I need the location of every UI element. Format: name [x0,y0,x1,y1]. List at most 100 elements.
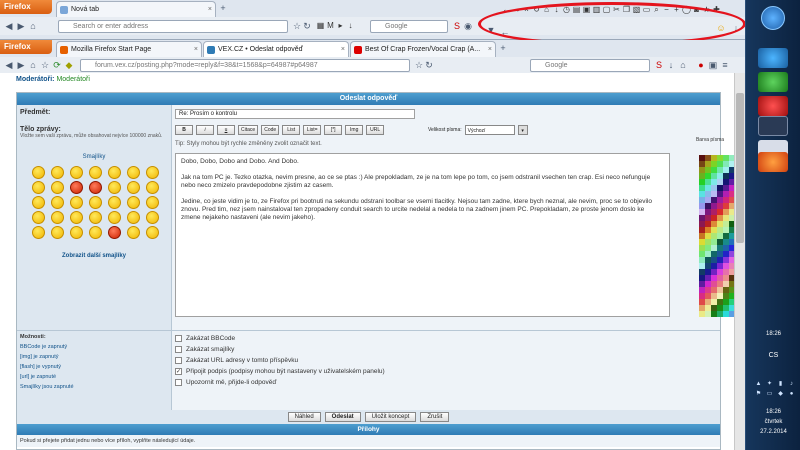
checkbox-checked[interactable]: ✓ [175,367,182,375]
clock-day[interactable]: čtvrtek [746,418,800,426]
forward-icon[interactable]: ▶ [16,21,26,31]
smiley-icon[interactable] [70,226,83,239]
color-palette[interactable] [699,155,735,317]
language-indicator[interactable]: CS [746,352,800,360]
bbcode-list-button[interactable]: List [282,125,301,135]
tray-arrow-icon[interactable]: ▲ [754,380,763,388]
checkbox[interactable] [175,345,182,353]
reload-icon[interactable]: ↻ [424,60,434,70]
tab-youtube[interactable]: Best Of Crap Frozen/Vocal Crap (A... × [350,41,496,57]
home-icon-3[interactable]: ⌂ [678,60,688,70]
ie-task-icon[interactable] [758,48,788,68]
smiley-icon[interactable] [70,166,83,179]
chevron-down-icon[interactable]: ▾ [517,125,528,135]
addon-s-icon[interactable]: S [654,60,664,70]
addon-s-icon[interactable]: S [452,21,462,31]
smiley-icon[interactable] [51,196,64,209]
smiley-icon[interactable] [146,226,159,239]
option-status-img[interactable]: [img] je zapnutý [20,354,168,360]
url-bar[interactable]: Search or enter address [58,20,288,33]
new-tab-icon-2[interactable]: + [498,43,508,53]
smiley-icon[interactable] [51,181,64,194]
bookmark-icon[interactable]: ☆ [40,60,50,70]
tab-mozilla-start[interactable]: Mozilla Firefox Start Page × [56,41,202,57]
home-icon[interactable]: ⌂ [28,21,38,31]
back-icon[interactable]: ◀ [4,21,14,31]
smiley-icon[interactable] [89,166,102,179]
smiley-icon[interactable] [146,196,159,209]
addon-icon[interactable]: ◆ [64,60,74,70]
option-status-bbcode[interactable]: BBCode je zapnutý [20,344,168,350]
windows-start-icon[interactable] [761,6,785,30]
option-disable-urls[interactable]: Zakázat URL adresy v tomto příspěvku [175,355,385,366]
smiley-icon[interactable] [127,181,140,194]
subject-input[interactable]: Re: Prosím o kontrolu [175,109,415,119]
smiley-icon[interactable] [32,211,45,224]
url-bar[interactable]: forum.vex.cz/posting.php?mode=reply&f=38… [80,59,410,72]
option-attach-signature[interactable]: ✓ Připojit podpis (podpisy mohou být nast… [175,366,385,377]
search-bar[interactable]: Google [370,20,448,33]
smiley-icon[interactable] [32,166,45,179]
bbcode-italic-button[interactable]: i [196,125,214,135]
smiley-icon[interactable] [108,211,121,224]
update-icon[interactable]: ● [787,390,796,398]
clock-time[interactable]: 18:26 [746,408,800,416]
bbcode-underline-button[interactable]: u [217,125,235,135]
smiley-icon[interactable] [89,226,102,239]
reload-icon[interactable]: ↻ [302,21,312,31]
smiley-icon[interactable] [108,166,121,179]
scrollbar-thumb[interactable] [736,93,744,243]
option-notify-reply[interactable]: Upozornit mě, přijde-li odpověď [175,377,385,388]
terminal-task-icon[interactable] [758,116,788,136]
battery-icon[interactable]: ▭ [765,390,774,398]
font-size-select[interactable]: Výchozí [464,125,515,135]
cancel-button[interactable]: Zrušit [420,412,450,422]
close-tab-icon[interactable]: × [341,42,345,57]
bbcode-list-item-button[interactable]: [*] [324,125,343,135]
smiley-icon[interactable] [70,181,83,194]
smiley-icon[interactable] [70,196,83,209]
smiley-icon[interactable] [70,211,83,224]
option-status-flash[interactable]: [flash] je vypnutý [20,364,168,370]
option-status-url[interactable]: [url] je zapnuté [20,374,168,380]
option-disable-bbcode[interactable]: Zakázat BBCode [175,333,385,344]
pocket-icon[interactable]: ▸ [336,21,345,31]
firefox-task-icon[interactable] [758,152,788,172]
checkbox[interactable] [175,356,182,364]
smiley-icon[interactable] [108,181,121,194]
menu-icon[interactable]: ≡ [720,60,730,70]
preview-button[interactable]: Náhled [287,412,321,422]
more-smileys-link[interactable]: Zobrazit další smajlíky [20,253,168,259]
smiley-icon[interactable] [89,211,102,224]
smiley-icon[interactable] [32,181,45,194]
bbcode-list-ordered-button[interactable]: List= [303,125,322,135]
bluetooth-icon[interactable]: ✦ [765,380,774,388]
smiley-icon[interactable] [146,166,159,179]
bbcode-bold-button[interactable]: B [175,125,193,135]
bbcode-code-button[interactable]: Code [261,125,280,135]
smiley-icon[interactable] [127,226,140,239]
smiley-icon[interactable] [51,226,64,239]
close-tab-icon[interactable]: × [488,42,492,57]
network-icon[interactable]: ▮ [776,380,785,388]
page-scrollbar[interactable] [734,73,745,450]
firefox-menu-button[interactable]: Firefox [0,0,52,14]
screenshot-icon[interactable]: ▣ [708,60,718,70]
home-icon[interactable]: ⌂ [28,60,38,70]
firefox-menu-button-2[interactable]: Firefox [0,40,52,54]
sync-icon[interactable]: ⟳ [52,60,62,70]
message-textarea[interactable]: Dobo, Dobo, Dobo and Dobo. And Dobo. Jak… [175,153,670,317]
new-tab-icon[interactable]: + [218,3,228,13]
smiley-icon[interactable] [127,166,140,179]
checkbox[interactable] [175,378,182,386]
addon-chat-icon[interactable]: ◉ [463,21,473,31]
bbcode-img-button[interactable]: Img [345,125,364,135]
search-bar[interactable]: Google [530,59,650,72]
option-status-smileys[interactable]: Smajlíky jsou zapnuté [20,384,168,390]
save-draft-button[interactable]: Uložit koncept [364,412,417,422]
download-icon[interactable]: ↓ [346,21,355,31]
opera-task-icon[interactable] [758,96,788,116]
smiley-icon[interactable] [146,181,159,194]
checkbox[interactable] [175,334,182,342]
library-icon[interactable]: ▦ [316,21,325,31]
